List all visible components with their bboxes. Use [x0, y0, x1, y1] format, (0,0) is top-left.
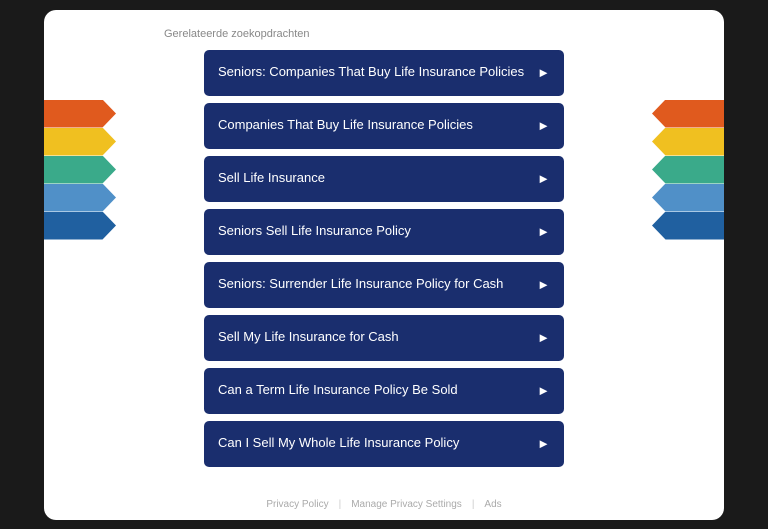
footer-sep-1: | [339, 499, 342, 510]
search-button-1[interactable]: Seniors: Companies That Buy Life Insuran… [204, 50, 564, 96]
ribbon-orange-left [44, 100, 116, 128]
arrow-icon-7: ► [537, 383, 550, 398]
arrow-icon-8: ► [537, 436, 550, 451]
search-button-4[interactable]: Seniors Sell Life Insurance Policy ► [204, 209, 564, 255]
search-button-8[interactable]: Can I Sell My Whole Life Insurance Polic… [204, 421, 564, 467]
ribbons-left [44, 100, 116, 240]
footer: Privacy Policy | Manage Privacy Settings… [266, 499, 501, 510]
ribbon-yellow-right [652, 128, 724, 156]
search-button-2[interactable]: Companies That Buy Life Insurance Polici… [204, 103, 564, 149]
button-label-6: Sell My Life Insurance for Cash [218, 329, 529, 346]
ads-link[interactable]: Ads [484, 499, 501, 510]
search-button-3[interactable]: Sell Life Insurance ► [204, 156, 564, 202]
ribbon-orange-right [652, 100, 724, 128]
arrow-icon-3: ► [537, 171, 550, 186]
button-label-5: Seniors: Surrender Life Insurance Policy… [218, 276, 529, 293]
button-label-3: Sell Life Insurance [218, 170, 529, 187]
ribbon-darkblue-right [652, 212, 724, 240]
button-label-7: Can a Term Life Insurance Policy Be Sold [218, 382, 529, 399]
button-label-8: Can I Sell My Whole Life Insurance Polic… [218, 435, 529, 452]
button-label-1: Seniors: Companies That Buy Life Insuran… [218, 64, 529, 81]
button-label-2: Companies That Buy Life Insurance Polici… [218, 117, 529, 134]
ribbon-yellow-left [44, 128, 116, 156]
arrow-icon-5: ► [537, 277, 550, 292]
arrow-icon-4: ► [537, 224, 550, 239]
ribbons-right [652, 100, 724, 240]
ribbon-teal-right [652, 156, 724, 184]
privacy-policy-link[interactable]: Privacy Policy [266, 499, 328, 510]
search-button-5[interactable]: Seniors: Surrender Life Insurance Policy… [204, 262, 564, 308]
main-card: Gerelateerde zoekopdrachten Seniors: Com… [44, 10, 724, 520]
ribbon-teal-left [44, 156, 116, 184]
arrow-icon-1: ► [537, 65, 550, 80]
ribbon-blue-left [44, 184, 116, 212]
footer-sep-2: | [472, 499, 475, 510]
ribbon-blue-right [652, 184, 724, 212]
search-button-6[interactable]: Sell My Life Insurance for Cash ► [204, 315, 564, 361]
button-label-4: Seniors Sell Life Insurance Policy [218, 223, 529, 240]
section-label: Gerelateerde zoekopdrachten [164, 28, 310, 40]
arrow-icon-6: ► [537, 330, 550, 345]
buttons-container: Seniors: Companies That Buy Life Insuran… [204, 50, 564, 491]
arrow-icon-2: ► [537, 118, 550, 133]
ribbon-darkblue-left [44, 212, 116, 240]
search-button-7[interactable]: Can a Term Life Insurance Policy Be Sold… [204, 368, 564, 414]
manage-privacy-link[interactable]: Manage Privacy Settings [351, 499, 462, 510]
